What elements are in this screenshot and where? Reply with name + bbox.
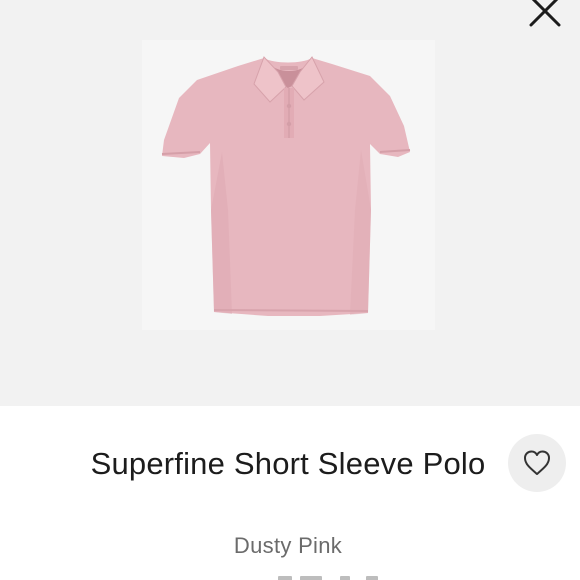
favorite-button[interactable] <box>508 434 566 492</box>
product-image-area <box>0 0 580 406</box>
product-title: Superfine Short Sleeve Polo <box>90 446 486 481</box>
product-photo <box>142 40 435 330</box>
product-details: Superfine Short Sleeve Polo Dusty Pink <box>0 406 580 580</box>
product-color-name: Dusty Pink <box>233 533 343 558</box>
close-icon <box>529 0 561 27</box>
product-quickview: Superfine Short Sleeve Polo Dusty Pink <box>0 0 580 580</box>
close-button[interactable] <box>522 0 568 34</box>
polo-shirt-image <box>161 56 411 316</box>
heart-outline-icon <box>524 450 550 475</box>
clipped-text-row <box>270 576 390 580</box>
